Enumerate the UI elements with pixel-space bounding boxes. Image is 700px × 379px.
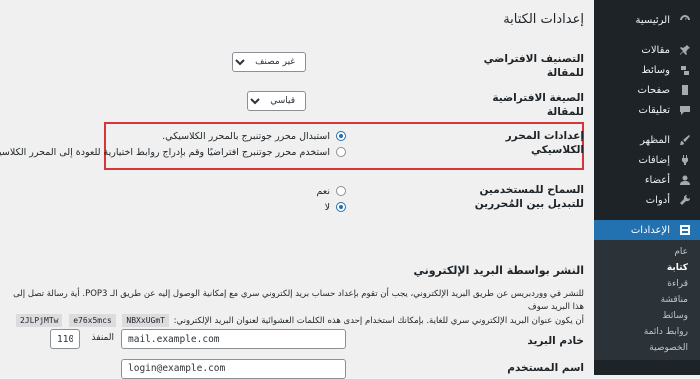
email-desc-text: أن يكون عنوان البريد الإلكتروني سري للغا…: [173, 316, 584, 326]
menu-label: وسائط: [641, 64, 670, 76]
radio-unselected[interactable]: [336, 147, 346, 157]
menu-appearance[interactable]: المظهر: [594, 130, 700, 150]
port-label: المنفذ: [91, 333, 114, 343]
menu-label: إضافات: [638, 154, 670, 166]
classic-editor-label: إعدادات المحرر الكلاسيكي: [505, 130, 584, 156]
menu-tools[interactable]: أدوات: [594, 190, 700, 210]
submenu-permalinks[interactable]: روابط دائمة: [594, 324, 700, 340]
radio-selected[interactable]: [336, 131, 346, 141]
option-text: استخدم محرر جوتنبرج افتراضيًا وقم بإدراج…: [0, 146, 330, 158]
allow-yes-option[interactable]: نعم: [316, 183, 346, 199]
wrench-icon: [678, 193, 692, 207]
email-section-heading: النشر بواسطة البريد الإلكتروني: [413, 264, 584, 277]
allow-no-option[interactable]: لا: [316, 199, 346, 215]
email-desc-line2: أن يكون عنوان البريد الإلكتروني سري للغا…: [4, 314, 584, 328]
comment-icon: [678, 103, 692, 117]
brush-icon: [678, 133, 692, 147]
menu-media[interactable]: وسائط: [594, 60, 700, 80]
menu-label: صفحات: [637, 84, 670, 96]
dashboard-icon: [678, 13, 692, 27]
radio-unselected[interactable]: [336, 186, 346, 196]
allow-switch-label: السماح للمستخدمين للتبديل بين المُحررين: [474, 184, 584, 210]
menu-comments[interactable]: تعليقات: [594, 100, 700, 120]
pin-icon: [678, 43, 692, 57]
menu-users[interactable]: أعضاء: [594, 170, 700, 190]
random-code: 2JLPjMTw: [15, 314, 63, 327]
plugin-icon: [678, 153, 692, 167]
menu-label: المظهر: [640, 134, 670, 146]
mail-server-label: خادم البريد: [527, 335, 584, 347]
option-text: لا: [324, 201, 330, 213]
submenu-privacy[interactable]: الخصوصية: [594, 340, 700, 356]
submenu-writing[interactable]: كتابة: [594, 260, 700, 276]
email-desc-line1: للنشر في ووردبريس عن طريق البريد الإلكتر…: [13, 289, 584, 312]
page-icon: [678, 83, 692, 97]
admin-sidebar: الرئيسية مقالات وسائط صفحات تعليقات المظ…: [594, 0, 700, 375]
classic-replace-option[interactable]: استبدال محرر جوتنبرج بالمحرر الكلاسيكي.: [0, 128, 346, 144]
menu-settings[interactable]: الإعدادات: [594, 220, 700, 240]
menu-label: تعليقات: [638, 104, 670, 116]
menu-plugins[interactable]: إضافات: [594, 150, 700, 170]
default-format-label: الصيغة الافتراضية للمقالة: [492, 92, 584, 118]
menu-dashboard[interactable]: الرئيسية: [594, 10, 700, 30]
submenu-reading[interactable]: قراءة: [594, 276, 700, 292]
default-category-select[interactable]: غير مصنف: [232, 52, 306, 72]
settings-icon: [678, 223, 692, 237]
random-code: NBXxUGmT: [122, 314, 169, 327]
menu-label: مقالات: [641, 44, 670, 56]
classic-gutenberg-option[interactable]: استخدم محرر جوتنبرج افتراضيًا وقم بإدراج…: [0, 144, 346, 160]
menu-pages[interactable]: صفحات: [594, 80, 700, 100]
email-description: للنشر في ووردبريس عن طريق البريد الإلكتر…: [4, 288, 584, 328]
option-text: استبدال محرر جوتنبرج بالمحرر الكلاسيكي.: [162, 130, 330, 142]
default-format-select[interactable]: قياسي: [247, 91, 306, 111]
menu-label: الإعدادات: [630, 224, 670, 236]
radio-selected[interactable]: [336, 202, 346, 212]
user-icon: [678, 173, 692, 187]
port-input[interactable]: [50, 329, 80, 349]
menu-label: أدوات: [645, 194, 670, 206]
default-category-label: التصنيف الافتراضي للمقالة: [483, 53, 584, 79]
submenu-general[interactable]: عام: [594, 244, 700, 260]
menu-label: أعضاء: [644, 174, 670, 186]
page-title: إعدادات الكتابة: [503, 12, 584, 27]
mail-server-input[interactable]: [121, 329, 346, 349]
option-text: نعم: [316, 185, 330, 197]
settings-submenu: عام كتابة قراءة مناقشة وسائط روابط دائمة…: [594, 240, 700, 360]
menu-label: الرئيسية: [635, 14, 670, 26]
submenu-discussion[interactable]: مناقشة: [594, 292, 700, 308]
random-code: e76x5mcs: [69, 314, 116, 327]
media-icon: [678, 63, 692, 77]
settings-content: إعدادات الكتابة التصنيف الافتراضي للمقال…: [0, 0, 594, 379]
menu-posts[interactable]: مقالات: [594, 40, 700, 60]
login-name-label: اسم المستخدم: [507, 362, 584, 374]
submenu-media[interactable]: وسائط: [594, 308, 700, 324]
login-name-input[interactable]: [121, 358, 346, 379]
